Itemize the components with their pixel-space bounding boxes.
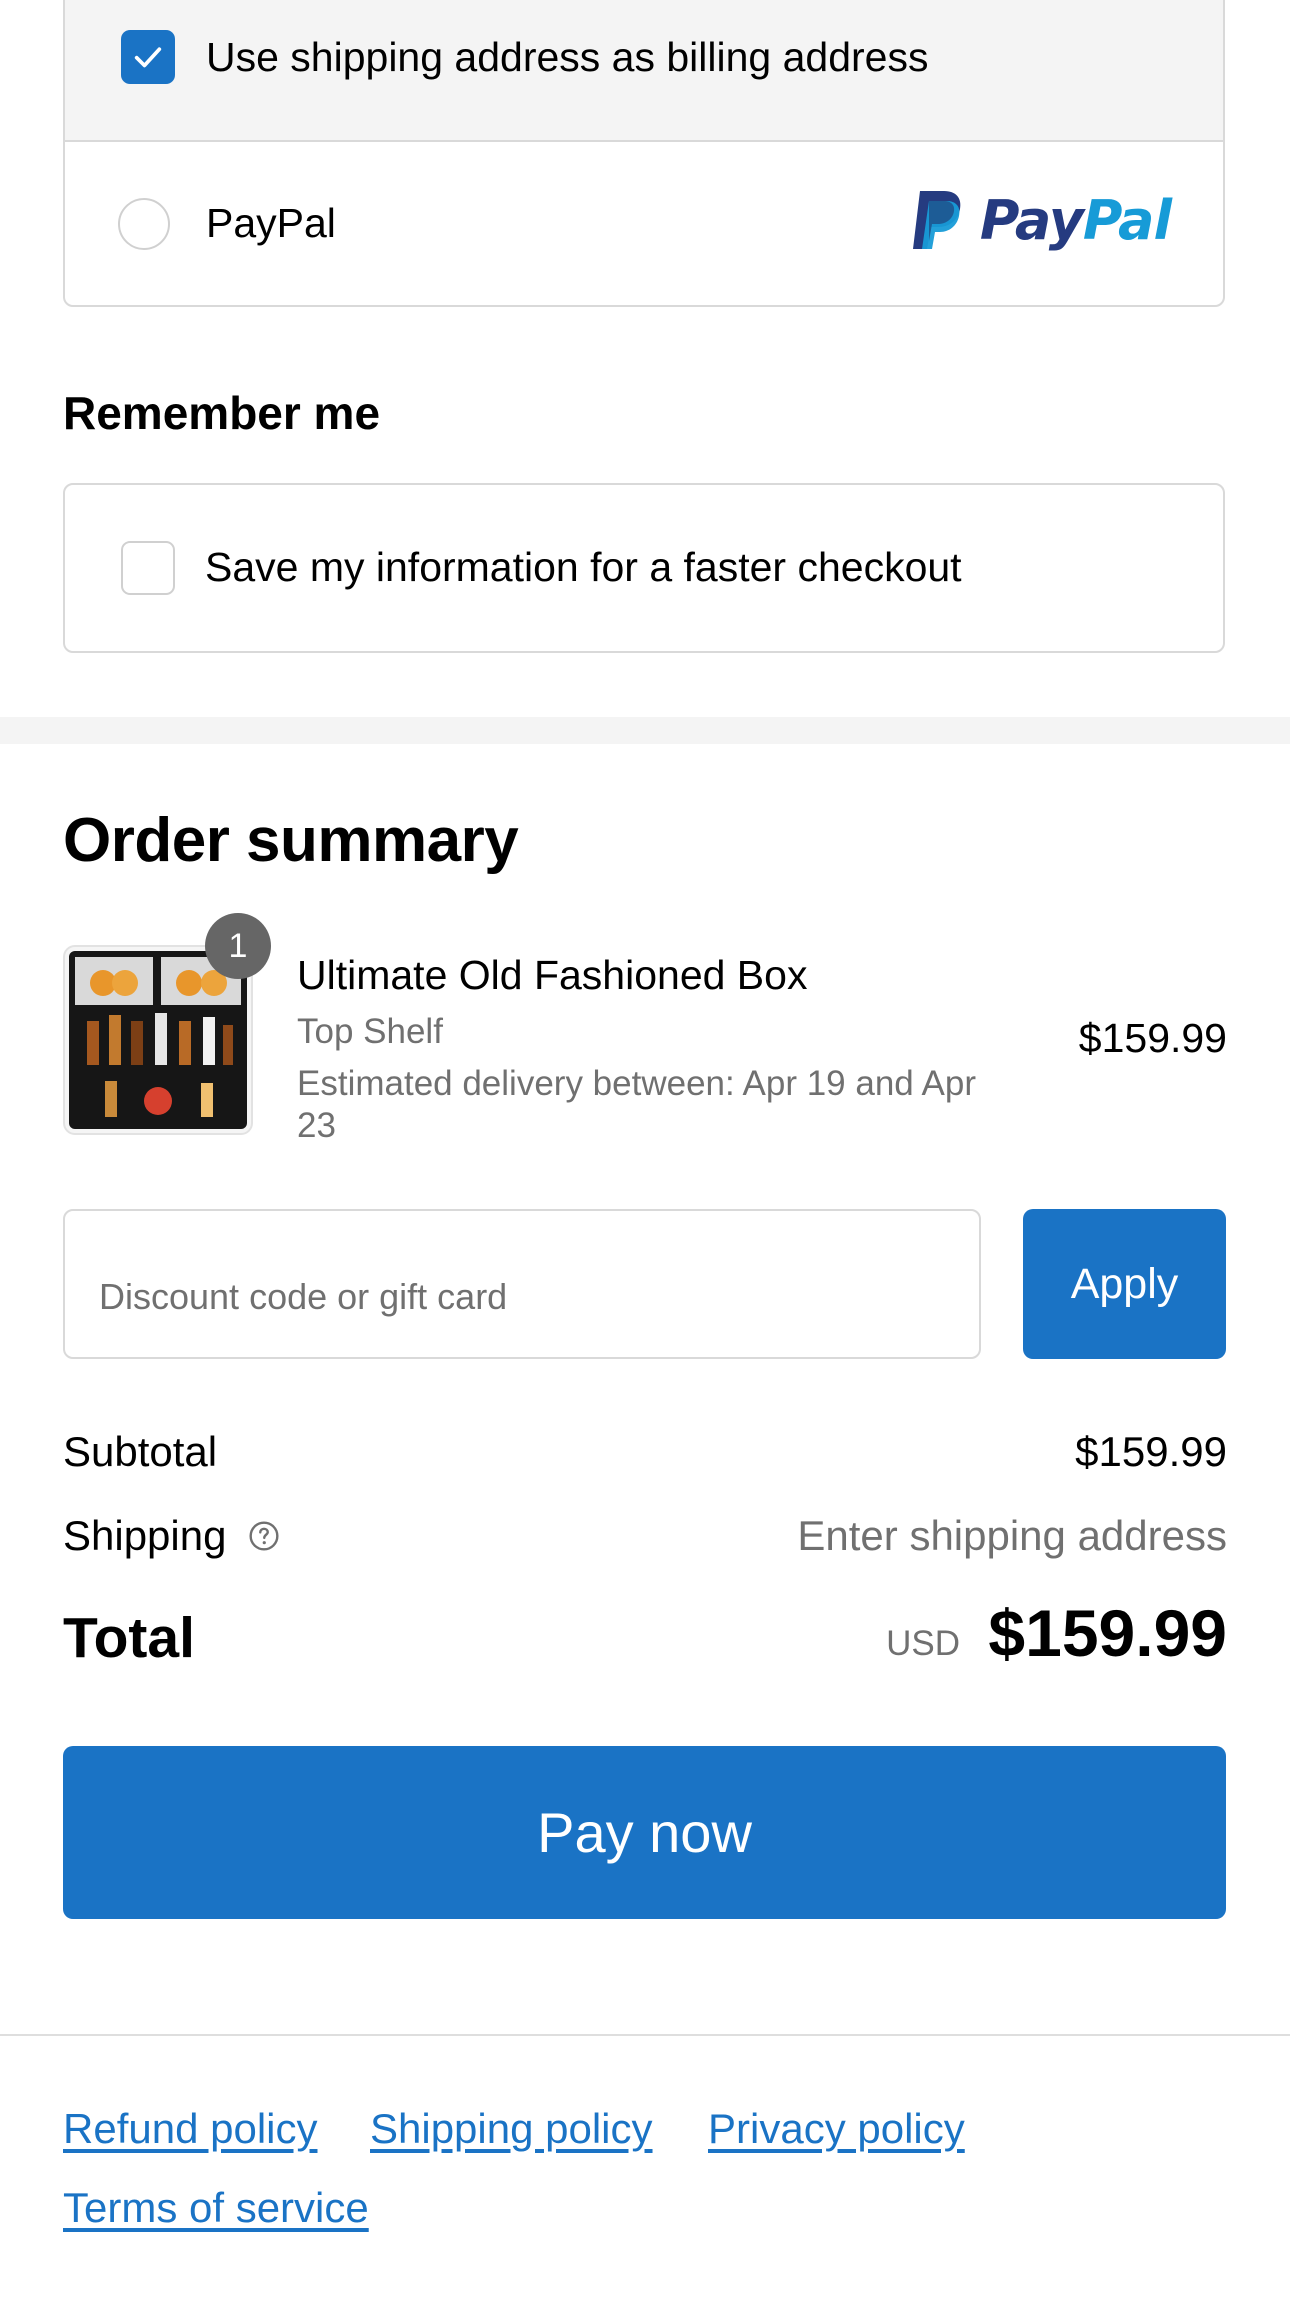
paypal-option-label: PayPal <box>206 200 336 246</box>
product-image <box>75 957 241 1117</box>
shipping-row-label: Shipping <box>63 1511 280 1561</box>
refund-policy-link[interactable]: Refund policy <box>63 2104 317 2154</box>
help-circle-icon[interactable] <box>248 1520 280 1552</box>
remember-me-label: Save my information for a faster checkou… <box>205 544 962 590</box>
remember-me-checkbox[interactable] <box>121 541 175 595</box>
paypal-radio[interactable] <box>118 198 170 250</box>
shipping-label: Shipping <box>63 1512 227 1559</box>
apply-discount-button[interactable]: Apply <box>1023 1209 1226 1359</box>
section-divider <box>0 717 1290 744</box>
shipping-policy-link[interactable]: Shipping policy <box>370 2104 653 2154</box>
billing-address-option[interactable]: Use shipping address as billing address <box>65 0 1223 142</box>
footer-divider <box>0 2034 1290 2036</box>
terms-of-service-link[interactable]: Terms of service <box>63 2183 369 2233</box>
quantity-badge: 1 <box>205 913 271 979</box>
paypal-option[interactable]: PayPal PayPal <box>65 142 1223 305</box>
checkmark-icon <box>134 47 162 68</box>
paypal-logo-pay: Pay <box>979 188 1084 252</box>
remember-me-option[interactable]: Save my information for a faster checkou… <box>63 483 1225 653</box>
product-variant: Top Shelf <box>297 1012 443 1051</box>
discount-code-input[interactable] <box>63 1209 981 1359</box>
total-value: $159.99 <box>988 1596 1227 1670</box>
pay-now-button[interactable]: Pay now <box>63 1746 1226 1919</box>
shipping-value: Enter shipping address <box>797 1512 1227 1559</box>
remember-me-heading: Remember me <box>63 387 381 439</box>
payment-method-box: Use shipping address as billing address … <box>63 0 1225 307</box>
order-summary-heading: Order summary <box>63 806 519 875</box>
paypal-logo-pal: Pal <box>1082 188 1172 252</box>
subtotal-label: Subtotal <box>63 1428 218 1475</box>
billing-address-checkbox[interactable] <box>121 30 175 84</box>
estimated-delivery: Estimated delivery between: Apr 19 and A… <box>297 1064 977 1145</box>
product-price: $159.99 <box>1078 1015 1227 1061</box>
product-name: Ultimate Old Fashioned Box <box>297 952 808 998</box>
billing-address-label: Use shipping address as billing address <box>206 34 929 80</box>
paypal-p-icon <box>912 191 961 249</box>
privacy-policy-link[interactable]: Privacy policy <box>708 2104 965 2154</box>
paypal-logo: PayPal <box>910 185 1172 255</box>
total-currency: USD <box>886 1624 960 1663</box>
total-label: Total <box>63 1606 195 1670</box>
subtotal-value: $159.99 <box>1075 1428 1227 1475</box>
